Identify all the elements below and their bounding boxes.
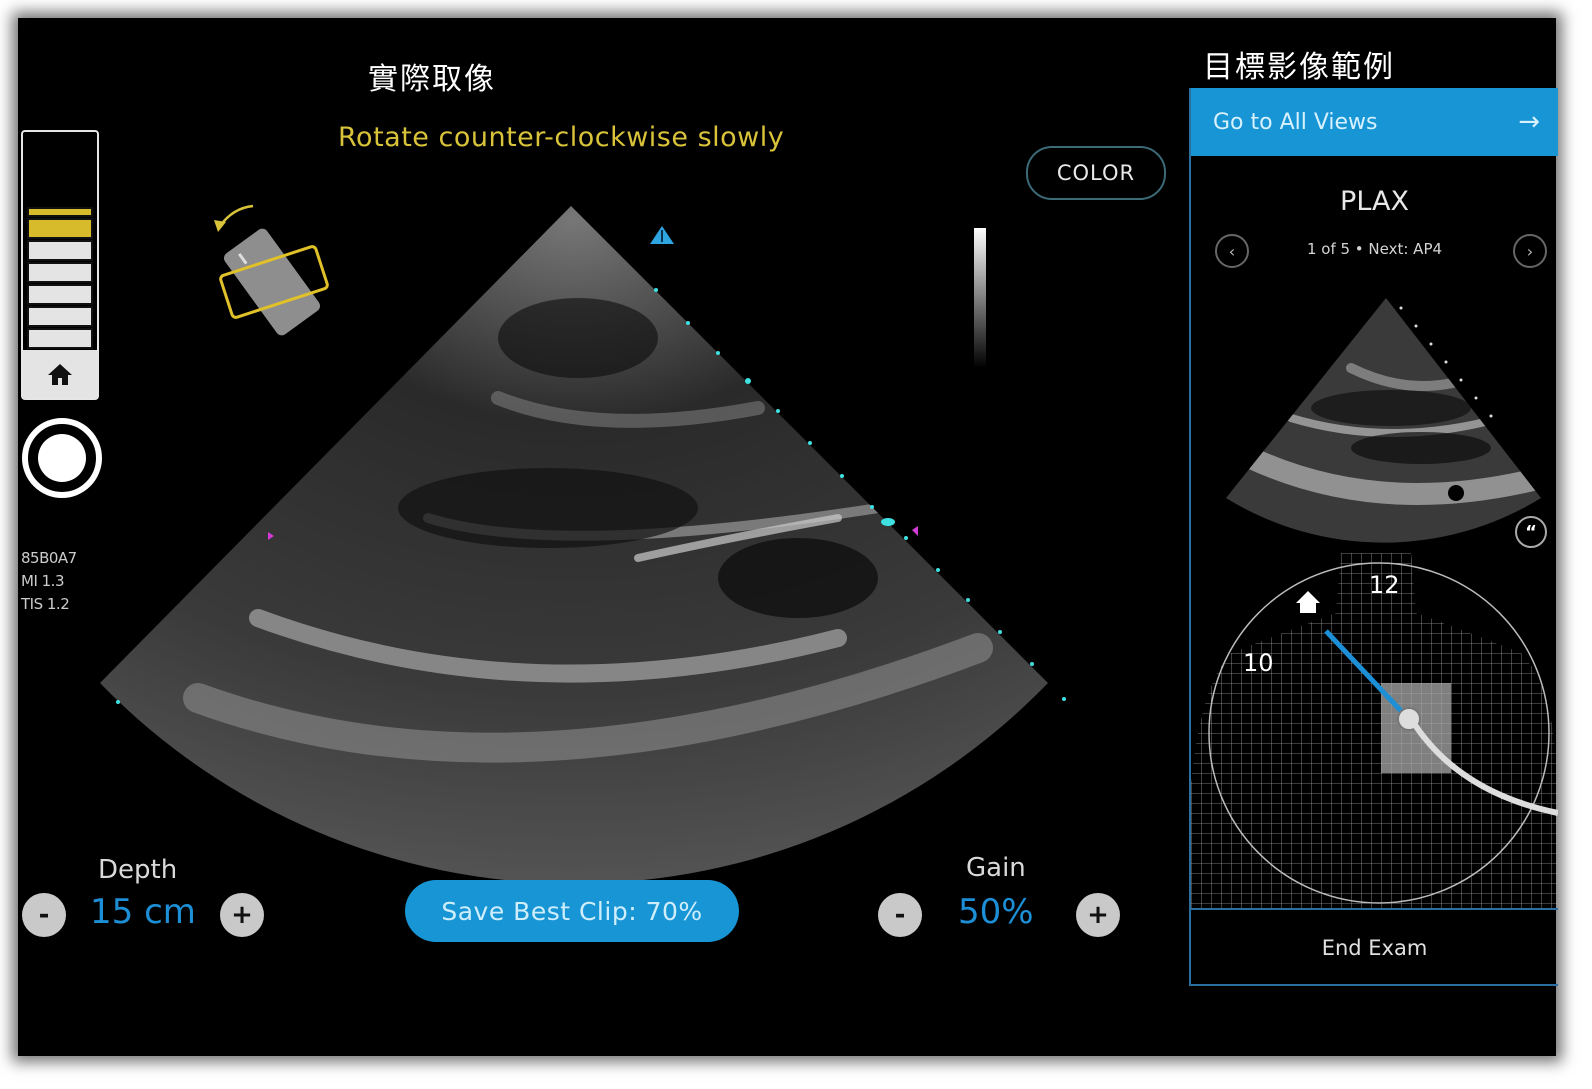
target-example-caption: 目標影像範例	[1203, 50, 1395, 85]
ultrasound-live-image	[100, 206, 1066, 884]
target-view-panel: Go to All Views → PLAX ‹ 1 of 5 • Next: …	[1189, 88, 1558, 986]
go-to-all-views-label: Go to All Views	[1213, 109, 1378, 135]
torso-wireframe	[1191, 553, 1558, 908]
probe-id: 85B0A7	[21, 549, 77, 567]
arrow-right-icon: →	[1518, 107, 1540, 137]
focus-marker-right	[912, 526, 918, 536]
actual-image-caption: 實際取像	[368, 62, 496, 97]
home-position-icon	[1296, 591, 1320, 613]
target-example-image	[1226, 298, 1541, 543]
quote-button[interactable]: “	[1515, 516, 1547, 548]
depth-increase-button[interactable]: +	[220, 893, 264, 937]
gain-increase-button[interactable]: +	[1076, 893, 1120, 937]
gain-label: Gain	[966, 853, 1026, 883]
view-progress: 1 of 5 • Next: AP4	[1306, 240, 1443, 258]
depth-decrease-button[interactable]: -	[22, 893, 66, 937]
clock-label-12: 12	[1369, 571, 1400, 599]
quote-icon: “	[1525, 521, 1537, 543]
chevron-right-icon: ›	[1526, 241, 1534, 261]
orientation-marker-icon	[650, 226, 674, 244]
depth-label: Depth	[98, 855, 178, 885]
thermal-index: TIS 1.2	[21, 595, 70, 613]
home-icon	[48, 364, 72, 385]
view-name: PLAX	[1340, 186, 1409, 217]
probe-info: 85B0A7 MI 1.3 TIS 1.2	[21, 547, 77, 616]
save-best-clip-button[interactable]: Save Best Clip: 70%	[405, 880, 739, 942]
gain-decrease-button[interactable]: -	[878, 893, 922, 937]
grayscale-bar	[974, 228, 986, 368]
clock-label-10: 10	[1243, 649, 1274, 677]
next-view-button[interactable]: ›	[1513, 234, 1547, 268]
end-exam-button[interactable]: End Exam	[1191, 908, 1558, 986]
gain-value: 50%	[958, 892, 1034, 932]
color-mode-button[interactable]: COLOR	[1026, 146, 1166, 200]
mechanical-index: MI 1.3	[21, 572, 64, 590]
guidance-instruction: Rotate counter-clockwise slowly	[338, 122, 785, 153]
go-to-all-views-button[interactable]: Go to All Views →	[1191, 88, 1558, 156]
probe-position-diagram: 12 10	[1191, 553, 1558, 908]
ultrasound-app-frame: 實際取像 目標影像範例 Rotate counter-clockwise slo…	[18, 18, 1558, 1056]
depth-value: 15 cm	[90, 892, 196, 932]
